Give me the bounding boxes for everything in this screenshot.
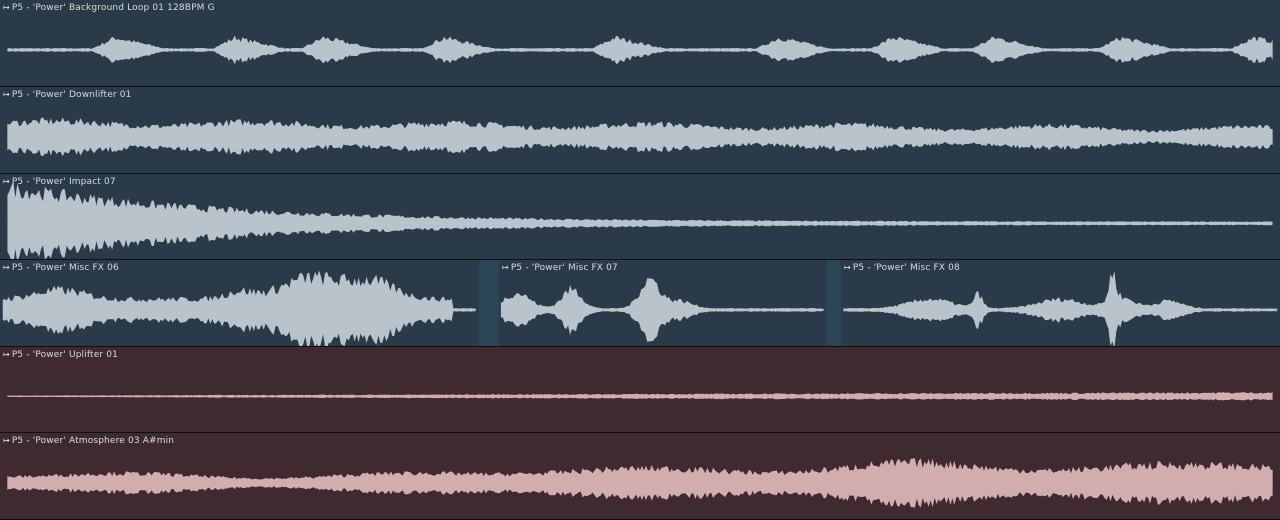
waveform [2, 270, 477, 346]
audio-clip-uplifter[interactable]: ↦ P5 - 'Power' Uplifter 01 [0, 347, 1280, 432]
waveform-shape [7, 181, 1273, 259]
audio-clip-atmosphere[interactable]: ↦ P5 - 'Power' Atmosphere 03 A#min [0, 433, 1280, 519]
playlist: ↦ P5 - 'Power' Background Loop 01 128BPM … [0, 0, 1280, 520]
audio-clip-downlifter[interactable]: ↦ P5 - 'Power' Downlifter 01 [0, 87, 1280, 173]
waveform [843, 271, 1278, 346]
waveform-shape [843, 271, 1277, 346]
track-lane-1: ↦ P5 - 'Power' Background Loop 01 128BPM … [0, 0, 1280, 87]
track-lane-2: ↦ P5 - 'Power' Downlifter 01 [0, 87, 1280, 174]
empty-gap [479, 260, 499, 346]
audio-clip-misc-fx-08[interactable]: ↦ P5 - 'Power' Misc FX 08 [841, 260, 1280, 346]
waveform [500, 278, 825, 342]
waveform-shape [2, 270, 476, 346]
track-lane-6: ↦ P5 - 'Power' Atmosphere 03 A#min [0, 433, 1280, 520]
track-lane-4: ↦ P5 - 'Power' Misc FX 06 ↦ P5 - 'Power' M… [0, 260, 1280, 347]
empty-gap [826, 260, 841, 346]
waveform [7, 392, 1273, 401]
waveform [7, 35, 1273, 65]
track-lane-5: ↦ P5 - 'Power' Uplifter 01 [0, 347, 1280, 433]
track-lane-3: ↦ P5 - 'Power' Impact 07 [0, 174, 1280, 260]
waveform [7, 181, 1273, 259]
audio-clip-background-loop[interactable]: ↦ P5 - 'Power' Background Loop 01 128BPM … [0, 0, 1280, 86]
audio-clip-impact[interactable]: ↦ P5 - 'Power' Impact 07 [0, 174, 1280, 259]
audio-clip-misc-fx-06[interactable]: ↦ P5 - 'Power' Misc FX 06 [0, 260, 479, 346]
audio-clip-misc-fx-07[interactable]: ↦ P5 - 'Power' Misc FX 07 [499, 260, 826, 346]
waveform [7, 117, 1273, 157]
waveform [7, 458, 1273, 508]
